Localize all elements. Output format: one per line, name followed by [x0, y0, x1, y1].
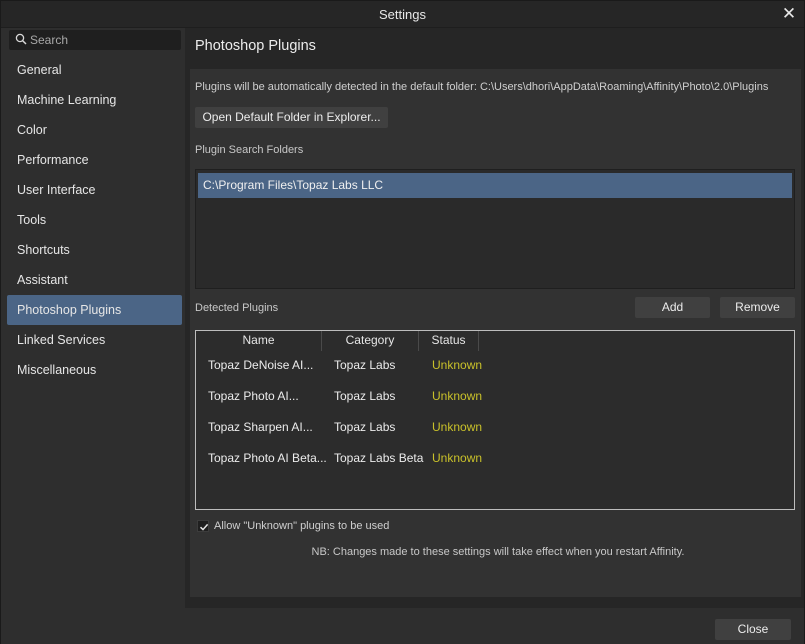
sidebar-item-photoshop-plugins[interactable]: Photoshop Plugins: [7, 295, 182, 325]
sidebar-item-performance[interactable]: Performance: [7, 145, 182, 175]
table-row[interactable]: Topaz Photo AI... Topaz Labs Unknown: [196, 382, 794, 413]
plugins-panel: Plugins will be automatically detected i…: [190, 69, 801, 597]
column-header-status[interactable]: Status: [419, 331, 479, 351]
search-folder-item[interactable]: C:\Program Files\Topaz Labs LLC: [198, 173, 792, 198]
sidebar-item-tools[interactable]: Tools: [7, 205, 182, 235]
plugin-category-cell: Topaz Labs Beta: [334, 451, 424, 465]
search-folders-list[interactable]: C:\Program Files\Topaz Labs LLC: [195, 169, 795, 289]
search-icon: [15, 33, 27, 45]
table-body: Topaz DeNoise AI... Topaz Labs Unknown Topa…: [196, 351, 794, 475]
table-row[interactable]: Topaz Photo AI Beta... Topaz Labs Beta Unk…: [196, 444, 794, 475]
table-row[interactable]: Topaz DeNoise AI... Topaz Labs Unknown: [196, 351, 794, 382]
main-content: Photoshop Plugins Plugins will be automa…: [185, 28, 804, 608]
plugin-category-cell: Topaz Labs: [334, 389, 396, 403]
restart-note: NB: Changes made to these settings will …: [311, 546, 685, 558]
window-title: Settings: [379, 7, 426, 22]
allow-unknown-label: Allow "Unknown" plugins to be used: [214, 520, 390, 532]
plugin-category-cell: Topaz Labs: [334, 358, 396, 372]
close-icon[interactable]: ✕: [780, 5, 798, 23]
search-box[interactable]: [9, 30, 181, 50]
sidebar-item-linked-services[interactable]: Linked Services: [7, 325, 182, 355]
sidebar-item-color[interactable]: Color: [7, 115, 182, 145]
sidebar-item-user-interface[interactable]: User Interface: [7, 175, 182, 205]
table-row[interactable]: Topaz Sharpen AI... Topaz Labs Unknown: [196, 413, 794, 444]
checkmark-icon: [199, 523, 209, 531]
plugin-category-cell: Topaz Labs: [334, 420, 396, 434]
detected-plugins-label: Detected Plugins: [195, 302, 279, 314]
open-default-folder-button[interactable]: Open Default Folder in Explorer...: [195, 107, 388, 128]
sidebar-item-assistant[interactable]: Assistant: [7, 265, 182, 295]
plugin-name-cell: Topaz DeNoise AI...: [208, 358, 314, 372]
default-folder-info: Plugins will be automatically detected i…: [195, 81, 769, 93]
allow-unknown-checkbox[interactable]: [197, 520, 209, 532]
search-folders-label: Plugin Search Folders: [195, 144, 304, 156]
plugin-status-cell: Unknown: [432, 420, 483, 434]
detected-plugins-table[interactable]: Name Category Status Topaz DeNoise AI...…: [195, 330, 795, 510]
column-header-category[interactable]: Category: [322, 331, 419, 351]
close-button[interactable]: Close: [715, 619, 791, 640]
sidebar-item-general[interactable]: General: [7, 55, 182, 85]
settings-window: Settings ✕ GeneralMachine LearningColorP…: [0, 0, 805, 644]
plugin-name-cell: Topaz Photo AI Beta...: [208, 451, 327, 465]
sidebar: GeneralMachine LearningColorPerformanceU…: [1, 28, 185, 608]
plugin-name-cell: Topaz Sharpen AI...: [208, 420, 313, 434]
footer: Close: [1, 608, 804, 644]
sidebar-nav: General Machine Learning Color Performance U…: [7, 55, 182, 385]
plugin-name-cell: Topaz Photo AI...: [208, 389, 299, 403]
sidebar-item-shortcuts[interactable]: Shortcuts: [7, 235, 182, 265]
add-button[interactable]: Add: [635, 297, 710, 318]
plugin-status-cell: Unknown: [432, 451, 483, 465]
title-bar: Settings ✕: [1, 1, 804, 28]
page-title: Photoshop Plugins: [195, 38, 316, 54]
search-input[interactable]: [30, 32, 175, 48]
plugin-status-cell: Unknown: [432, 358, 483, 372]
sidebar-item-miscellaneous[interactable]: Miscellaneous: [7, 355, 182, 385]
plugin-status-cell: Unknown: [432, 389, 483, 403]
sidebar-item-machine-learning[interactable]: Machine Learning: [7, 85, 182, 115]
remove-button[interactable]: Remove: [720, 297, 795, 318]
table-header: Name Category Status: [196, 331, 794, 351]
column-header-name[interactable]: Name: [196, 331, 322, 351]
